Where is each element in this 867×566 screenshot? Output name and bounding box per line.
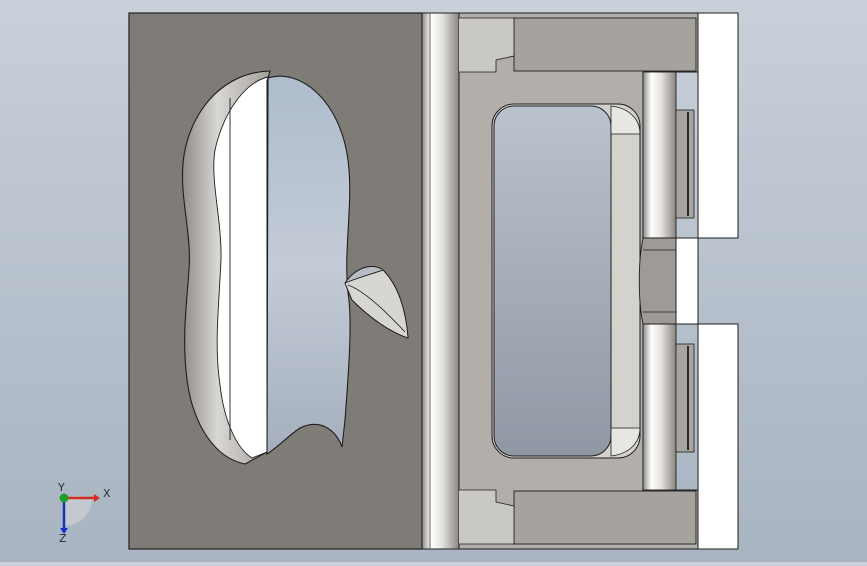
y-axis-dot (59, 493, 69, 503)
vertical-rod (421, 12, 460, 550)
z-axis-label: Z (59, 532, 67, 544)
bracket-bottom-flange (513, 490, 697, 545)
rail-slot-lower (675, 343, 695, 453)
guide-rail-lower (642, 323, 677, 491)
slot-window-opening (493, 105, 612, 457)
end-plate (675, 12, 739, 550)
x-axis-label: X (103, 487, 110, 500)
orientation-triad: X Y Z (50, 481, 111, 545)
large-pocket-opening (266, 75, 351, 456)
y-axis-label: Y (57, 482, 65, 494)
guide-rail-upper (642, 71, 677, 239)
x-axis-arrow (94, 494, 100, 502)
side-notch (638, 237, 677, 325)
bracket-top-flange (513, 17, 697, 72)
part-model (128, 12, 739, 550)
graphics-viewport[interactable]: X Y Z (0, 0, 867, 562)
rail-slot-upper (675, 109, 695, 219)
